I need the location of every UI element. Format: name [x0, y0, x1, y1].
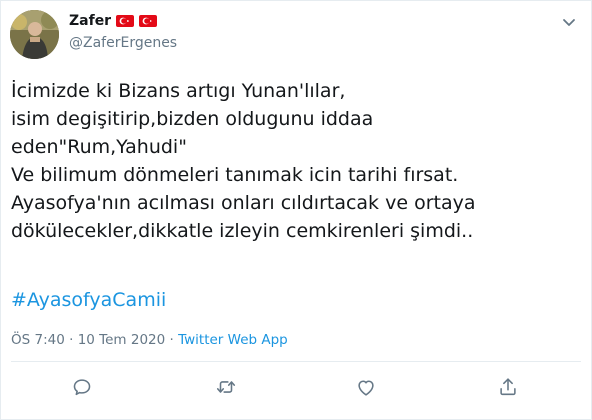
chevron-down-icon	[563, 19, 575, 26]
author-handle[interactable]: @ZaferErgenes	[69, 35, 177, 51]
tweet-meta: ÖS 7:40 · 10 Tem 2020 · Twitter Web App	[11, 332, 288, 348]
tweet-text-line: Ayasofya'nın acılması onları cıldırtacak…	[11, 192, 476, 214]
author-display-name[interactable]: Zafer	[69, 13, 111, 29]
like-button[interactable]	[355, 376, 377, 398]
tweet-source-link[interactable]: Twitter Web App	[178, 332, 288, 348]
reply-button[interactable]	[71, 376, 93, 398]
meta-separator: ·	[64, 332, 78, 348]
turkey-flag-icon	[139, 15, 158, 27]
tweet-text: İcimizde ki Bizans artıgı Yunan'lılar, i…	[11, 77, 581, 245]
hashtag-link[interactable]: #AyasofyaCamii	[11, 286, 166, 314]
share-icon	[500, 378, 516, 396]
tweet-text-line: İcimizde ki Bizans artıgı Yunan'lılar,	[11, 80, 346, 102]
tweet-text-line: eden"Rum,Yahudi"	[11, 136, 187, 158]
tweet-text-line: isim degişitirip,bizden oldugunu iddaa	[11, 108, 374, 130]
tweet-text-line: Ve bilimum dönmeleri tanımak icin tarihi…	[11, 164, 459, 186]
like-icon	[358, 380, 374, 396]
reply-icon	[73, 379, 91, 396]
action-bar	[1, 373, 592, 403]
avatar[interactable]	[10, 10, 59, 59]
retweet-icon	[216, 381, 236, 393]
turkey-flag-icon	[116, 15, 135, 27]
tweet-text-line: dökülecekler,dikkatle izleyin cemkirenle…	[11, 220, 474, 242]
tweet-date[interactable]: 10 Tem 2020	[78, 332, 166, 348]
divider	[11, 361, 581, 362]
retweet-button[interactable]	[215, 376, 237, 398]
meta-separator: ·	[165, 332, 179, 348]
author-name-row[interactable]: Zafer	[69, 13, 158, 29]
more-options-button[interactable]	[561, 14, 577, 30]
share-button[interactable]	[497, 376, 519, 398]
avatar-photo	[10, 10, 59, 59]
tweet-time[interactable]: ÖS 7:40	[11, 332, 65, 348]
tweet-card: Zafer @ZaferErgenes İcimizde ki Bizans a…	[0, 0, 592, 420]
